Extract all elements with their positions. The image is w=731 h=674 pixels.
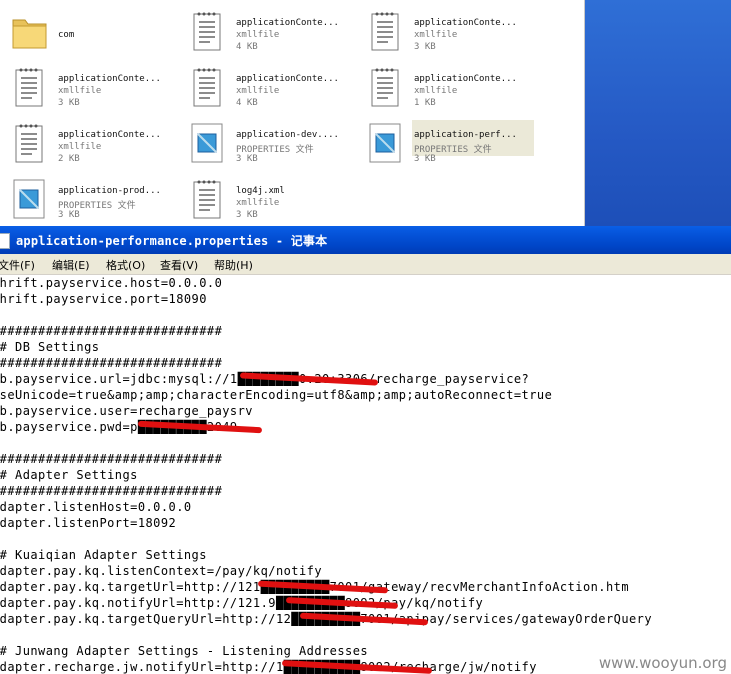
- notepad-window: application-performance.properties - 记事本…: [0, 226, 731, 674]
- file-size: 3 KB: [236, 210, 258, 220]
- properties-file-icon: [188, 122, 228, 166]
- file-type: xmllfile: [236, 198, 280, 208]
- menu-bar: 文件(F) 编辑(E) 格式(O) 查看(V) 帮助(H): [0, 254, 731, 275]
- text-line: ##############################: [0, 452, 223, 466]
- file-name: applicationConte...: [58, 130, 161, 140]
- file-size: 1 KB: [414, 98, 436, 108]
- text-line: ## DB Settings: [0, 340, 100, 354]
- file-item[interactable]: applicationConte... xmllfile 1 KB: [366, 62, 542, 112]
- text-line: ## Kuaiqian Adapter Settings: [0, 548, 207, 562]
- text-line: adapter.recharge.jw.notifyUrl=http://1██…: [0, 660, 537, 674]
- file-name: applicationConte...: [414, 18, 517, 28]
- file-size: 3 KB: [236, 154, 258, 164]
- menu-item[interactable]: 帮助(H): [214, 257, 253, 273]
- file-item[interactable]: applicationConte... xmllfile 2 KB: [10, 118, 186, 168]
- file-size: 3 KB: [414, 154, 436, 164]
- text-line: useUnicode=true&amp;amp;characterEncodin…: [0, 388, 553, 402]
- text-line: ##############################: [0, 356, 223, 370]
- menu-item[interactable]: 文件(F): [0, 257, 35, 273]
- xml-file-icon: [188, 178, 228, 222]
- file-name: com: [58, 30, 75, 40]
- file-name: applicationConte...: [236, 74, 339, 84]
- file-size: 4 KB: [236, 42, 258, 52]
- file-size: 4 KB: [236, 98, 258, 108]
- menu-item[interactable]: 编辑(E): [52, 257, 90, 273]
- text-line: thrift.payservice.port=18090: [0, 292, 207, 306]
- window-title: application-performance.properties - 记事本: [16, 234, 328, 248]
- file-size: 3 KB: [414, 42, 436, 52]
- file-size: 3 KB: [58, 98, 80, 108]
- file-item[interactable]: applicationConte... xmllfile 3 KB: [366, 6, 542, 56]
- file-type: xmllfile: [414, 86, 458, 96]
- text-line: thrift.payservice.host=0.0.0.0: [0, 276, 223, 290]
- file-size: 2 KB: [58, 154, 80, 164]
- menu-item[interactable]: 格式(O): [106, 257, 145, 273]
- file-name: application-dev....: [236, 130, 339, 140]
- xml-file-icon: [366, 66, 406, 110]
- file-name: applicationConte...: [236, 18, 339, 28]
- text-line: ## Junwang Adapter Settings - Listening …: [0, 644, 369, 658]
- title-bar[interactable]: application-performance.properties - 记事本: [0, 226, 731, 254]
- text-line: adapter.pay.kq.listenContext=/pay/kq/not…: [0, 564, 323, 578]
- xml-file-icon: [366, 10, 406, 54]
- text-line: ## Adapter Settings: [0, 468, 138, 482]
- desktop-background: [585, 0, 731, 226]
- file-name: applicationConte...: [58, 74, 161, 84]
- notepad-icon: [0, 233, 10, 249]
- file-item[interactable]: log4j.xml xmllfile 3 KB: [188, 174, 364, 224]
- xml-file-icon: [188, 10, 228, 54]
- properties-file-icon: [10, 178, 50, 222]
- file-type: xmllfile: [58, 142, 102, 152]
- text-line: adapter.listenPort=18092: [0, 516, 177, 530]
- file-item[interactable]: application-prod... PROPERTIES 文件 3 KB: [10, 174, 186, 224]
- text-line: ##############################: [0, 324, 223, 338]
- properties-file-icon: [366, 122, 406, 166]
- file-type: xmllfile: [414, 30, 458, 40]
- xml-file-icon: [10, 66, 50, 110]
- text-line: ##############################: [0, 484, 223, 498]
- file-item[interactable]: application-perf... PROPERTIES 文件 3 KB: [366, 118, 542, 168]
- file-name: application-perf...: [414, 130, 517, 140]
- text-line: db.payservice.user=recharge_paysrv: [0, 404, 253, 418]
- file-explorer: com applicationConte... xmllfile 4 KB applic…: [0, 0, 585, 226]
- file-item[interactable]: application-dev.... PROPERTIES 文件 3 KB: [188, 118, 364, 168]
- folder-icon: [10, 10, 50, 54]
- xml-file-icon: [188, 66, 228, 110]
- file-name: log4j.xml: [236, 186, 285, 196]
- text-editor[interactable]: thrift.payservice.host=0.0.0.0 thrift.pay…: [0, 275, 731, 674]
- file-name: applicationConte...: [414, 74, 517, 84]
- file-item[interactable]: applicationConte... xmllfile 3 KB: [10, 62, 186, 112]
- file-type: xmllfile: [58, 86, 102, 96]
- file-type: xmllfile: [236, 86, 280, 96]
- file-size: 3 KB: [58, 210, 80, 220]
- text-line: adapter.listenHost=0.0.0.0: [0, 500, 192, 514]
- file-item[interactable]: applicationConte... xmllfile 4 KB: [188, 62, 364, 112]
- file-name: application-prod...: [58, 186, 161, 196]
- file-item[interactable]: com: [10, 6, 186, 56]
- file-item[interactable]: applicationConte... xmllfile 4 KB: [188, 6, 364, 56]
- menu-item[interactable]: 查看(V): [160, 257, 198, 273]
- file-type: xmllfile: [236, 30, 280, 40]
- watermark: www.wooyun.org: [598, 654, 727, 672]
- xml-file-icon: [10, 122, 50, 166]
- text-line: adapter.pay.kq.notifyUrl=http://121.9███…: [0, 596, 484, 610]
